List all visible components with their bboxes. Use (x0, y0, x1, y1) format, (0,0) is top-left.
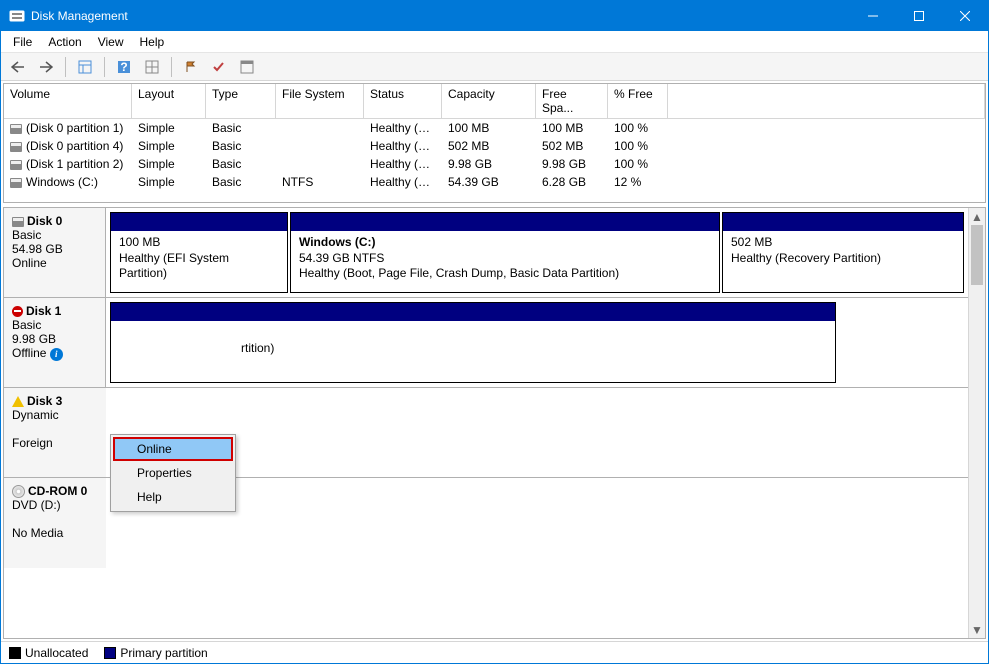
legend-swatch-unallocated (9, 647, 21, 659)
disk-icon (12, 217, 24, 227)
menu-file[interactable]: File (5, 33, 40, 51)
partition[interactable]: 100 MBHealthy (EFI System Partition) (110, 212, 288, 293)
disk-info[interactable]: Disk 3 Dynamic Foreign (4, 388, 106, 477)
offline-icon (12, 306, 23, 317)
help-icon[interactable]: ? (113, 56, 135, 78)
col-pct[interactable]: % Free (608, 84, 668, 118)
partition-bar (291, 213, 719, 231)
vertical-scrollbar[interactable]: ▲ ▼ (968, 208, 985, 638)
context-menu-online[interactable]: Online (113, 437, 233, 461)
forward-button[interactable] (35, 56, 57, 78)
col-volume[interactable]: Volume (4, 84, 132, 118)
menubar: File Action View Help (1, 31, 988, 53)
window-title: Disk Management (31, 9, 850, 23)
volume-icon (10, 124, 22, 134)
col-capacity[interactable]: Capacity (442, 84, 536, 118)
toolbar-panel-icon[interactable] (236, 56, 258, 78)
context-menu-properties[interactable]: Properties (113, 461, 233, 485)
partition-bar (111, 303, 835, 321)
col-status[interactable]: Status (364, 84, 442, 118)
minimize-button[interactable] (850, 1, 896, 31)
col-fs[interactable]: File System (276, 84, 364, 118)
volume-icon (10, 160, 22, 170)
col-free[interactable]: Free Spa... (536, 84, 608, 118)
volume-header: Volume Layout Type File System Status Ca… (4, 84, 985, 119)
context-menu: Online Properties Help (110, 434, 236, 512)
scroll-up-icon[interactable]: ▲ (969, 208, 985, 225)
context-menu-help[interactable]: Help (113, 485, 233, 509)
maximize-button[interactable] (896, 1, 942, 31)
menu-view[interactable]: View (90, 33, 132, 51)
col-type[interactable]: Type (206, 84, 276, 118)
menu-action[interactable]: Action (40, 33, 89, 51)
volume-row[interactable]: (Disk 0 partition 4) SimpleBasicHealthy … (4, 137, 985, 155)
cdrom-icon (12, 485, 25, 498)
titlebar: Disk Management (1, 1, 988, 31)
close-button[interactable] (942, 1, 988, 31)
disk-info[interactable]: Disk 0 Basic 54.98 GB Online (4, 208, 106, 297)
volume-row[interactable]: (Disk 1 partition 2) SimpleBasicHealthy … (4, 155, 985, 173)
svg-text:?: ? (120, 60, 127, 74)
volume-row[interactable]: (Disk 0 partition 1) SimpleBasicHealthy … (4, 119, 985, 137)
toolbar-flag-icon[interactable] (180, 56, 202, 78)
volume-row[interactable]: Windows (C:) SimpleBasicNTFSHealthy (B..… (4, 173, 985, 191)
col-spacer (668, 84, 985, 118)
partition[interactable]: rtition) (110, 302, 836, 383)
toolbar-grid-icon[interactable] (141, 56, 163, 78)
disk-info[interactable]: Disk 1 Basic 9.98 GB Offline i (4, 298, 106, 387)
partition-bar (111, 213, 287, 231)
volume-icon (10, 142, 22, 152)
scroll-thumb[interactable] (971, 225, 983, 285)
disk-graphical-view: Disk 0 Basic 54.98 GB Online 100 MBHealt… (3, 207, 986, 639)
disk-row-0[interactable]: Disk 0 Basic 54.98 GB Online 100 MBHealt… (4, 208, 968, 298)
scroll-down-icon[interactable]: ▼ (969, 621, 985, 638)
scroll-track[interactable] (969, 285, 985, 621)
toolbar-check-icon[interactable] (208, 56, 230, 78)
volume-list[interactable]: Volume Layout Type File System Status Ca… (3, 83, 986, 203)
menu-help[interactable]: Help (132, 33, 173, 51)
back-button[interactable] (7, 56, 29, 78)
partition[interactable]: Windows (C:)54.39 GB NTFSHealthy (Boot, … (290, 212, 720, 293)
volume-icon (10, 178, 22, 188)
legend: Unallocated Primary partition (1, 641, 988, 663)
toolbar: ? (1, 53, 988, 81)
partition[interactable]: 502 MBHealthy (Recovery Partition) (722, 212, 964, 293)
toolbar-view-icon[interactable] (74, 56, 96, 78)
partition-bar (723, 213, 963, 231)
disk-info[interactable]: CD-ROM 0 DVD (D:) No Media (4, 478, 106, 568)
warning-icon (12, 396, 24, 407)
col-layout[interactable]: Layout (132, 84, 206, 118)
disk-row-1[interactable]: Disk 1 Basic 9.98 GB Offline i rtition) … (4, 298, 968, 388)
legend-swatch-primary (104, 647, 116, 659)
info-icon[interactable]: i (50, 348, 63, 361)
disk-mgmt-icon (9, 8, 25, 24)
